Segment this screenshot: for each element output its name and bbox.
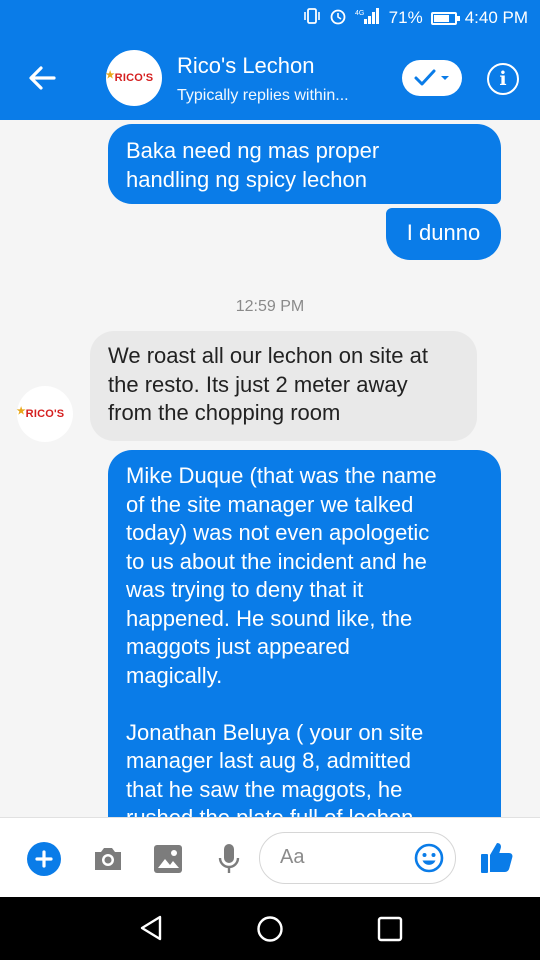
emoji-button[interactable] xyxy=(414,843,444,878)
microphone-icon xyxy=(218,844,240,873)
check-dropdown-icon xyxy=(414,69,449,86)
plus-icon xyxy=(35,850,53,868)
contact-status: Typically replies within... xyxy=(177,87,349,104)
vibrate-icon xyxy=(303,8,321,28)
star-icon: ★ xyxy=(105,70,115,81)
nav-back-icon xyxy=(140,915,162,941)
voice-button[interactable] xyxy=(217,842,241,881)
ricos-logo: ★ RICO'S xyxy=(16,406,65,420)
signal-icon: 4G xyxy=(355,8,381,28)
message-bubble-outgoing[interactable]: I dunno xyxy=(386,208,501,260)
message-input[interactable] xyxy=(278,845,412,870)
thumbs-up-icon xyxy=(481,843,513,873)
svg-text:4G: 4G xyxy=(355,10,364,17)
verified-menu-button[interactable] xyxy=(402,60,462,96)
contact-avatar[interactable]: ★ RICO'S xyxy=(106,50,162,106)
message-input-wrapper[interactable] xyxy=(259,832,456,884)
status-bar: 4G 71% 4:40 PM xyxy=(0,0,540,36)
nav-recents-button[interactable] xyxy=(377,916,403,947)
nav-home-icon xyxy=(257,916,283,942)
image-icon xyxy=(154,845,182,873)
status-time: 4:40 PM xyxy=(464,8,528,27)
back-arrow-icon xyxy=(29,66,56,90)
alarm-icon xyxy=(329,7,347,29)
message-composer xyxy=(0,817,540,897)
camera-icon xyxy=(95,848,121,870)
more-actions-button[interactable] xyxy=(27,842,61,876)
contact-name[interactable]: Rico's Lechon xyxy=(177,53,315,79)
emoji-icon xyxy=(414,843,444,873)
message-bubble-incoming[interactable]: We roast all our lechon on site at the r… xyxy=(90,331,477,441)
chat-header: ★ RICO'S Rico's Lechon Typically replies… xyxy=(0,36,540,120)
info-button[interactable]: i xyxy=(487,63,519,95)
back-button[interactable] xyxy=(24,62,60,94)
camera-button[interactable] xyxy=(92,845,124,878)
nav-home-button[interactable] xyxy=(256,915,284,948)
like-button[interactable] xyxy=(480,840,514,879)
nav-recents-icon xyxy=(377,916,403,942)
message-bubble-outgoing[interactable]: Baka need ng mas proper handling ng spic… xyxy=(108,124,501,204)
ricos-logo: ★ RICO'S xyxy=(105,70,154,84)
contact-avatar-small[interactable]: ★ RICO'S xyxy=(17,386,73,442)
gallery-button[interactable] xyxy=(153,844,183,879)
system-nav-bar xyxy=(0,897,540,960)
message-timestamp: 12:59 PM xyxy=(235,298,305,315)
nav-back-button[interactable] xyxy=(138,914,164,947)
message-list[interactable]: Baka need ng mas proper handling ng spic… xyxy=(0,120,540,817)
message-bubble-outgoing[interactable]: Mike Duque (that was the name of the sit… xyxy=(108,450,501,817)
battery-percent: 71% xyxy=(388,8,423,27)
star-icon: ★ xyxy=(16,406,26,417)
info-icon: i xyxy=(499,68,507,90)
battery-icon xyxy=(430,11,460,25)
